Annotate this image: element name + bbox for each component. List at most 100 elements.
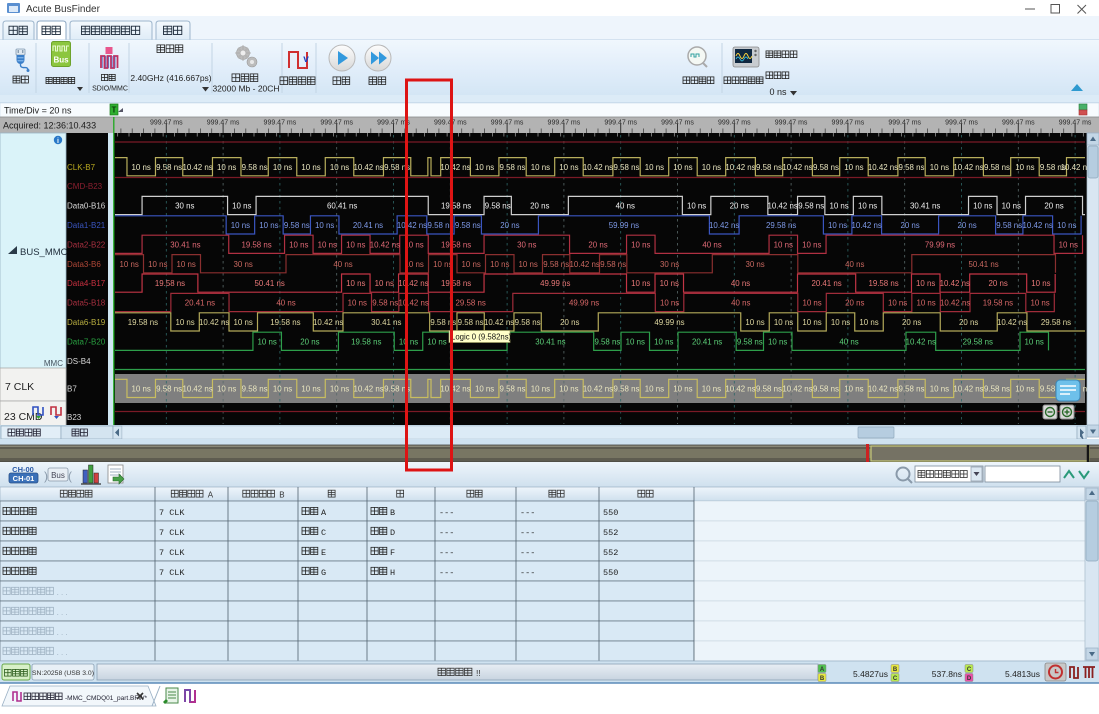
svg-text:CMD-B23: CMD-B23 [67, 182, 103, 191]
svg-text:10 ns: 10 ns [654, 337, 673, 346]
svg-text:20.41 ns: 20.41 ns [185, 299, 215, 308]
svg-text:A: A [820, 667, 825, 673]
svg-text:10.42 ns: 10.42 ns [997, 318, 1027, 327]
svg-text:20.41 ns: 20.41 ns [692, 337, 722, 346]
svg-text:30 ns: 30 ns [175, 202, 194, 211]
svg-text:10 ns: 10 ns [1002, 202, 1021, 211]
svg-text:999.47 ms: 999.47 ms [320, 120, 353, 127]
svg-text:10 ns: 10 ns [802, 299, 821, 308]
svg-text:9.58 ns: 9.58 ns [515, 318, 541, 327]
svg-text:10 ns: 10 ns [768, 337, 787, 346]
svg-text:10.42 ns: 10.42 ns [782, 163, 812, 172]
svg-text:. . .: . . . [57, 588, 68, 597]
svg-text:10 ns: 10 ns [301, 385, 320, 394]
svg-text:20 ns: 20 ns [500, 221, 519, 230]
svg-text:10.42 ns: 10.42 ns [725, 385, 755, 394]
svg-text:19.58 ns: 19.58 ns [270, 318, 300, 327]
svg-text:10 ns: 10 ns [626, 337, 645, 346]
svg-text:10 ns: 10 ns [330, 163, 349, 172]
svg-text:2.40GHz (416.667ps): 2.40GHz (416.667ps) [130, 73, 211, 83]
svg-text:10 ns: 10 ns [673, 163, 692, 172]
svg-text:50.41 ns: 50.41 ns [255, 279, 285, 288]
svg-text:550: 550 [603, 508, 618, 518]
svg-text:20 ns: 20 ns [300, 337, 319, 346]
svg-text:9.58 ns: 9.58 ns [996, 221, 1022, 230]
svg-text:30.41 ns: 30.41 ns [535, 337, 565, 346]
svg-text:10.42 ns: 10.42 ns [583, 385, 613, 394]
svg-text:999.47 ms: 999.47 ms [604, 120, 637, 127]
svg-text:19.58 ns: 19.58 ns [241, 240, 271, 249]
svg-text:10 ns: 10 ns [844, 163, 863, 172]
svg-text:9.58 ns: 9.58 ns [458, 318, 484, 327]
svg-text:30.41 ns: 30.41 ns [170, 240, 200, 249]
svg-text:10 ns: 10 ns [973, 202, 992, 211]
svg-text:---: --- [520, 528, 535, 538]
svg-text:10.42 ns: 10.42 ns [182, 385, 212, 394]
svg-text:10 ns: 10 ns [318, 240, 337, 249]
svg-text:Data0-B16: Data0-B16 [67, 202, 106, 211]
svg-text:10 ns: 10 ns [660, 279, 679, 288]
svg-text:Acquired: 12:36:10.433: Acquired: 12:36:10.433 [3, 121, 96, 131]
svg-text:999.47 ms: 999.47 ms [832, 120, 865, 127]
svg-text:B: B [279, 491, 284, 500]
svg-text:10 ns: 10 ns [559, 385, 578, 394]
svg-text:19.58 ns: 19.58 ns [128, 318, 158, 327]
svg-text:9.58 ns: 9.58 ns [485, 202, 511, 211]
svg-text:10 ns: 10 ns [1031, 279, 1050, 288]
svg-text:9.58 ns: 9.58 ns [242, 385, 268, 394]
svg-text:): ) [44, 469, 48, 483]
svg-text:10.42 ns: 10.42 ns [868, 385, 898, 394]
svg-text:40 ns: 40 ns [333, 260, 352, 269]
svg-text:E: E [321, 548, 326, 558]
svg-text:49.99 ns: 49.99 ns [540, 279, 570, 288]
svg-text:!!: !! [476, 668, 481, 678]
svg-text:9.58 ns: 9.58 ns [899, 163, 925, 172]
svg-text:-MMC_CMDQ01_part.BFW*: -MMC_CMDQ01_part.BFW* [65, 695, 147, 702]
svg-text:9.58 ns: 9.58 ns [156, 385, 182, 394]
svg-text:Logic 0 (9.582ns): Logic 0 (9.582ns) [451, 333, 512, 342]
svg-text:19.58 ns: 19.58 ns [155, 279, 185, 288]
svg-text:20 ns: 20 ns [730, 202, 749, 211]
svg-text:10.42 ns: 10.42 ns [782, 385, 812, 394]
svg-text:10 ns: 10 ns [828, 221, 847, 230]
svg-text:10 ns: 10 ns [315, 221, 334, 230]
svg-text:19.58 ns: 19.58 ns [983, 299, 1013, 308]
svg-text:10 ns: 10 ns [433, 260, 452, 269]
svg-text:999.47 ms: 999.47 ms [661, 120, 694, 127]
svg-text:10 ns: 10 ns [375, 279, 394, 288]
svg-text:10 ns: 10 ns [475, 385, 494, 394]
svg-text:10.42 ns: 10.42 ns [397, 221, 427, 230]
svg-text:. . .: . . . [57, 608, 68, 617]
svg-text:9.58 ns: 9.58 ns [284, 221, 310, 230]
svg-text:9.58 ns: 9.58 ns [600, 260, 626, 269]
svg-text:10.42 ns: 10.42 ns [353, 385, 383, 394]
svg-text:Time/Div = 20 ns: Time/Div = 20 ns [4, 106, 72, 116]
svg-text:10.42 ns: 10.42 ns [370, 240, 400, 249]
svg-text:30 ns: 30 ns [745, 260, 764, 269]
svg-text:10.42 ns: 10.42 ns [399, 299, 429, 308]
svg-text:0 ns: 0 ns [769, 87, 787, 97]
svg-text:10 ns: 10 ns [1057, 221, 1076, 230]
svg-text:---: --- [520, 548, 535, 558]
svg-text:Data2-B22: Data2-B22 [67, 240, 106, 249]
svg-text:49.99 ns: 49.99 ns [569, 299, 599, 308]
svg-text:49.99 ns: 49.99 ns [654, 318, 684, 327]
svg-text:29.58 ns: 29.58 ns [963, 337, 993, 346]
svg-text:10.42 ns: 10.42 ns [953, 385, 983, 394]
svg-text:Data5-B18: Data5-B18 [67, 299, 106, 308]
svg-text:10 ns: 10 ns [148, 260, 167, 269]
svg-text:10 ns: 10 ns [802, 240, 821, 249]
svg-text:10.42 ns: 10.42 ns [313, 318, 343, 327]
svg-text:A: A [208, 491, 214, 500]
svg-text:10 ns: 10 ns [217, 385, 236, 394]
svg-text:537.8ns: 537.8ns [932, 669, 962, 679]
svg-text:10.42 ns: 10.42 ns [768, 202, 798, 211]
svg-text:10 ns: 10 ns [289, 240, 308, 249]
svg-text:5.4827us: 5.4827us [853, 669, 888, 679]
svg-text:10.42 ns: 10.42 ns [852, 221, 882, 230]
svg-text:10 ns: 10 ns [702, 385, 721, 394]
svg-text:29.58 ns: 29.58 ns [1041, 318, 1071, 327]
svg-text:30 ns: 30 ns [234, 260, 253, 269]
svg-text:552: 552 [603, 548, 618, 558]
svg-text:10.42 ns: 10.42 ns [953, 163, 983, 172]
